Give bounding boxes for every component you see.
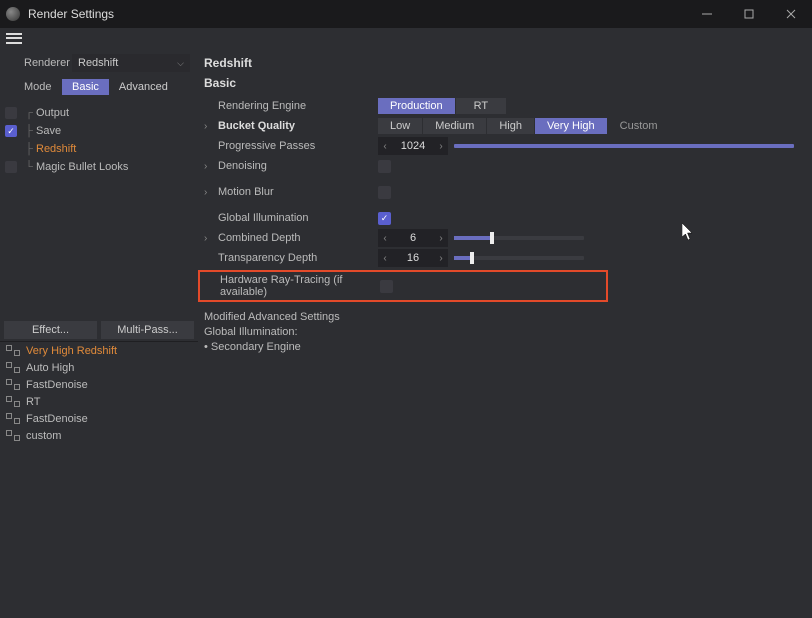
progressive-value: 1024 (392, 140, 434, 152)
tree-item-redshift[interactable]: ├ Redshift (0, 140, 198, 158)
quality-custom[interactable]: Custom (608, 118, 670, 134)
tree-item-save[interactable]: ├ Save (0, 122, 198, 140)
preset-icon (6, 345, 20, 356)
renderer-value: Redshift (78, 57, 118, 69)
menu-icon[interactable] (6, 33, 22, 44)
quality-segmented: Low Medium High Very High Custom (378, 118, 671, 134)
left-panel: Renderer Redshift ⌵ Mode Basic Advanced … (0, 48, 198, 618)
combined-label: Combined Depth (218, 232, 378, 244)
combined-slider[interactable] (454, 236, 584, 240)
preset-icon (6, 396, 20, 407)
mode-label: Mode (24, 81, 62, 93)
titlebar: Render Settings (0, 0, 812, 28)
motionblur-checkbox[interactable] (378, 186, 391, 199)
app-icon (6, 7, 20, 21)
transparency-field[interactable]: ‹ 16 › (378, 249, 448, 267)
decrement-icon[interactable]: ‹ (378, 253, 392, 264)
hwrt-checkbox[interactable] (380, 280, 393, 293)
engine-rt[interactable]: RT (456, 98, 506, 114)
denoising-label: Denoising (218, 160, 378, 172)
preset-icon (6, 430, 20, 441)
progressive-field[interactable]: ‹ 1024 › (378, 137, 448, 155)
menubar (0, 28, 812, 48)
checkbox[interactable] (5, 107, 17, 119)
progressive-label: Progressive Passes (218, 140, 378, 152)
decrement-icon[interactable]: ‹ (378, 233, 392, 244)
minimize-button[interactable] (686, 0, 728, 28)
preset-icon (6, 413, 20, 424)
combined-field[interactable]: ‹ 6 › (378, 229, 448, 247)
increment-icon[interactable]: › (434, 233, 448, 244)
mode-tab-advanced[interactable]: Advanced (109, 79, 178, 95)
increment-icon[interactable]: › (434, 141, 448, 152)
renderer-dropdown[interactable]: Redshift ⌵ (72, 54, 190, 72)
transparency-value: 16 (392, 252, 434, 264)
quality-veryhigh[interactable]: Very High (535, 118, 607, 134)
checkbox[interactable] (5, 161, 17, 173)
checkbox[interactable] (5, 125, 17, 137)
preset-item[interactable]: custom (0, 427, 198, 444)
hwrt-label: Hardware Ray-Tracing (if available) (220, 274, 380, 298)
renderer-label: Renderer (24, 57, 72, 69)
preset-icon (6, 362, 20, 373)
chevron-down-icon: ⌵ (177, 58, 184, 69)
gi-checkbox[interactable] (378, 212, 391, 225)
motionblur-label: Motion Blur (218, 186, 378, 198)
transparency-slider[interactable] (454, 256, 584, 260)
engine-segmented: Production RT (378, 98, 507, 114)
quality-medium[interactable]: Medium (423, 118, 486, 134)
expand-icon[interactable]: › (204, 187, 218, 198)
advanced-settings-text: Modified Advanced Settings Global Illumi… (204, 310, 806, 355)
preset-item[interactable]: Auto High (0, 359, 198, 376)
mode-tab-basic[interactable]: Basic (62, 79, 109, 95)
expand-icon[interactable]: › (204, 233, 218, 244)
engine-production[interactable]: Production (378, 98, 455, 114)
preset-item[interactable]: FastDenoise (0, 410, 198, 427)
right-panel: Redshift Basic Rendering Engine Producti… (198, 48, 812, 618)
window-title: Render Settings (28, 7, 686, 21)
preset-icon (6, 379, 20, 390)
tree-item-magicbullet[interactable]: └ Magic Bullet Looks (0, 158, 198, 176)
progressive-slider[interactable] (454, 144, 794, 148)
preset-list: Very High Redshift Auto High FastDenoise… (0, 341, 198, 444)
gi-label: Global Illumination (218, 212, 378, 224)
preset-item[interactable]: RT (0, 393, 198, 410)
tree-item-output[interactable]: ┌ Output (0, 104, 198, 122)
transparency-label: Transparency Depth (218, 252, 378, 264)
quality-high[interactable]: High (487, 118, 534, 134)
maximize-button[interactable] (728, 0, 770, 28)
denoising-checkbox[interactable] (378, 160, 391, 173)
decrement-icon[interactable]: ‹ (378, 141, 392, 152)
bucket-quality-label: Bucket Quality (218, 120, 378, 132)
preset-item[interactable]: Very High Redshift (0, 342, 198, 359)
sub-header: Basic (204, 76, 806, 90)
multipass-button[interactable]: Multi-Pass... (101, 321, 194, 339)
effect-button[interactable]: Effect... (4, 321, 97, 339)
highlight-box: Hardware Ray-Tracing (if available) (198, 270, 608, 302)
expand-icon[interactable]: › (204, 161, 218, 172)
close-button[interactable] (770, 0, 812, 28)
increment-icon[interactable]: › (434, 253, 448, 264)
pane-header: Redshift (204, 56, 806, 70)
settings-tree: ┌ Output ├ Save ├ Redshift └ Magic Bulle… (0, 104, 198, 176)
rendering-engine-label: Rendering Engine (218, 100, 378, 112)
quality-low[interactable]: Low (378, 118, 422, 134)
expand-icon[interactable]: › (204, 121, 218, 132)
preset-item[interactable]: FastDenoise (0, 376, 198, 393)
combined-value: 6 (392, 232, 434, 244)
